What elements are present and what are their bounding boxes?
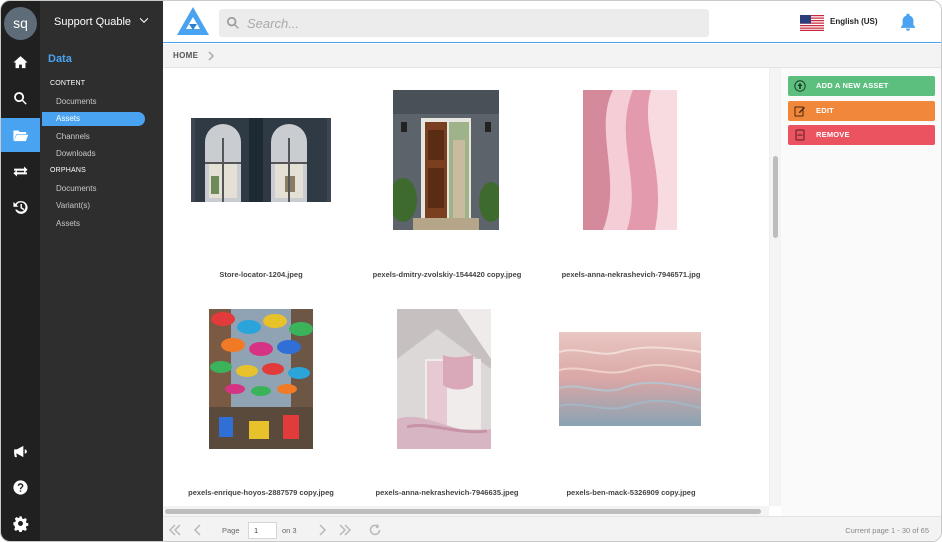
folder-icon[interactable] [1,118,40,152]
horizontal-scrollbar[interactable] [163,506,769,516]
quable-logo-icon[interactable] [176,6,210,36]
megaphone-icon[interactable] [1,434,40,468]
last-page-icon[interactable] [338,523,352,537]
vertical-scrollbar[interactable] [769,68,781,506]
asset-tile[interactable]: pexels-anna-nekrashevich-7946635.jpeg [357,299,537,509]
workspace-switcher[interactable]: Support Quable [40,1,163,43]
search-icon [227,17,239,29]
bell-icon[interactable] [898,12,918,32]
asset-tile[interactable]: pexels-enrique-hoyos-2887579 copy.jpeg [171,299,351,509]
asset-thumbnail [209,309,313,449]
asset-thumbnail [559,332,701,426]
asset-tile[interactable]: pexels-anna-nekrashevich-7946571.jpg [541,80,721,290]
breadcrumb-home[interactable]: HOME [173,51,198,60]
asset-thumbnail [397,309,491,449]
asset-name: pexels-anna-nekrashevich-7946635.jpeg [375,488,519,497]
settings-icon[interactable] [1,506,40,540]
first-page-icon[interactable] [168,523,182,537]
actions-panel: ADD A NEW ASSET EDIT REMOVE [781,68,941,516]
asset-name: pexels-anna-nekrashevich-7946571.jpg [561,270,701,279]
pagination-bar: Page on 3 Current page 1 - 30 of 65 [163,516,941,541]
page-label: Page [222,526,240,535]
chevron-down-icon [139,18,149,23]
page-number-input[interactable] [248,522,277,539]
asset-tile[interactable]: pexels-ben-mack-5326909 copy.jpeg [541,299,721,509]
icon-rail: sq [1,1,40,541]
avatar[interactable]: sq [4,7,37,40]
previous-page-icon[interactable] [191,523,205,537]
asset-name: pexels-ben-mack-5326909 copy.jpeg [566,488,696,497]
asset-tile[interactable]: Store-locator-1204.jpeg [171,80,351,290]
asset-name: pexels-enrique-hoyos-2887579 copy.jpeg [188,488,334,497]
remove-button[interactable]: REMOVE [788,125,935,145]
sidebar-item-downloads[interactable]: Downloads [42,147,145,161]
add-asset-button[interactable]: ADD A NEW ASSET [788,76,935,96]
search-bar[interactable] [219,9,709,37]
search-icon[interactable] [1,81,40,115]
edit-icon [794,106,805,117]
upload-icon [794,80,806,92]
remove-label: REMOVE [816,130,850,139]
scrollbar-thumb[interactable] [165,509,761,514]
workspace-name: Support Quable [54,16,132,28]
page-count-label: on 3 [282,526,297,535]
asset-name: Store-locator-1204.jpeg [219,270,303,279]
language-selector[interactable]: English (US) [830,17,878,26]
edit-label: EDIT [816,106,834,115]
sidebar-item-documents[interactable]: Documents [42,95,145,109]
asset-thumbnail [393,90,499,230]
sidebar-title: Data [48,53,72,65]
breadcrumb: HOME [163,44,941,68]
sidebar: Support Quable Data CONTENT Documents As… [40,1,163,541]
edit-button[interactable]: EDIT [788,101,935,121]
app-window: sq Support Quable Data CONTENT Documents… [0,0,942,542]
exchange-icon[interactable] [1,154,40,188]
help-icon[interactable] [1,470,40,504]
asset-thumbnail [191,118,331,202]
sidebar-item-orphan-variants[interactable]: Variant(s) [42,199,145,213]
next-page-icon[interactable] [315,523,329,537]
home-icon[interactable] [1,45,40,79]
asset-thumbnail [583,90,677,230]
search-input[interactable] [247,9,697,37]
sidebar-item-orphan-assets[interactable]: Assets [42,217,145,231]
sidebar-item-channels[interactable]: Channels [42,130,145,144]
sidebar-item-orphan-documents[interactable]: Documents [42,182,145,196]
history-icon[interactable] [1,190,40,224]
refresh-icon[interactable] [368,523,382,537]
asset-name: pexels-dmitry-zvolskiy-1544420 copy.jpeg [372,270,522,279]
asset-tile[interactable]: pexels-dmitry-zvolskiy-1544420 copy.jpeg [357,80,537,290]
section-orphans: ORPHANS [50,167,87,174]
scrollbar-thumb[interactable] [773,156,778,238]
add-asset-label: ADD A NEW ASSET [816,81,889,90]
page-status: Current page 1 - 30 of 65 [845,526,929,535]
sidebar-item-assets[interactable]: Assets [42,112,145,126]
chevron-right-icon [208,51,215,61]
trash-icon [795,129,805,141]
us-flag-icon[interactable] [800,15,824,31]
top-bar: English (US) [163,1,941,43]
asset-grid: Store-locator-1204.jpeg pexels-dmitry-zv… [163,68,781,516]
section-content: CONTENT [50,80,86,87]
